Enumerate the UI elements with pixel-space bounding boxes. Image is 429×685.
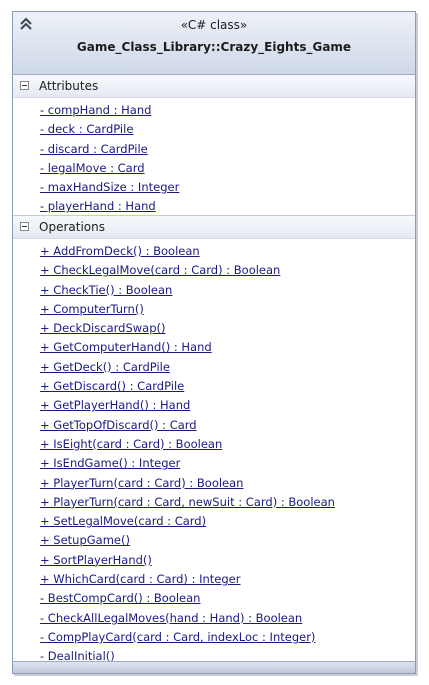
operation-item[interactable]: - BestCompCard() : Boolean bbox=[13, 589, 415, 608]
attribute-item[interactable]: - deck : CardPile bbox=[13, 120, 415, 139]
operation-item[interactable]: + ComputerTurn() bbox=[13, 300, 415, 319]
operation-item[interactable]: + IsEight(card : Card) : Boolean bbox=[13, 435, 415, 454]
attributes-list: - compHand : Hand - deck : CardPile - disc… bbox=[13, 98, 415, 217]
operation-item[interactable]: + DeckDiscardSwap() bbox=[13, 319, 415, 338]
attribute-item[interactable]: - maxHandSize : Integer bbox=[13, 178, 415, 197]
operation-item[interactable]: + WhichCard(card : Card) : Integer bbox=[13, 570, 415, 589]
class-name: Game_Class_Library::Crazy_Eights_Game bbox=[76, 40, 352, 54]
operation-item[interactable]: + SetupGame() bbox=[13, 531, 415, 550]
attributes-section-title: Attributes bbox=[39, 79, 99, 93]
operation-item[interactable]: + IsEndGame() : Integer bbox=[13, 454, 415, 473]
attributes-section: Attributes - compHand : Hand - deck : Car… bbox=[13, 75, 415, 216]
attribute-item[interactable]: - playerHand : Hand bbox=[13, 197, 415, 216]
minus-box-icon[interactable] bbox=[20, 81, 29, 90]
operation-item[interactable]: + GetDiscard() : CardPile bbox=[13, 377, 415, 396]
attribute-item[interactable]: - compHand : Hand bbox=[13, 101, 415, 120]
operations-list: + AddFromDeck() : Boolean + CheckLegalMov… bbox=[13, 239, 415, 667]
operation-item[interactable]: + AddFromDeck() : Boolean bbox=[13, 242, 415, 261]
operation-item[interactable]: + SortPlayerHand() bbox=[13, 551, 415, 570]
operation-item[interactable]: + GetDeck() : CardPile bbox=[13, 358, 415, 377]
operation-item[interactable]: + PlayerTurn(card : Card, newSuit : Card… bbox=[13, 493, 415, 512]
attributes-section-header[interactable]: Attributes bbox=[13, 75, 415, 98]
operation-item[interactable]: + GetPlayerHand() : Hand bbox=[13, 396, 415, 415]
operations-section-header[interactable]: Operations bbox=[13, 216, 415, 239]
attribute-item[interactable]: - discard : CardPile bbox=[13, 140, 415, 159]
operation-item[interactable]: + GetComputerHand() : Hand bbox=[13, 338, 415, 357]
operation-item[interactable]: + CheckLegalMove(card : Card) : Boolean bbox=[13, 261, 415, 280]
operations-section: Operations + AddFromDeck() : Boolean + Ch… bbox=[13, 216, 415, 663]
operation-item[interactable]: + GetTopOfDiscard() : Card bbox=[13, 416, 415, 435]
operation-item[interactable]: + SetLegalMove(card : Card) bbox=[13, 512, 415, 531]
class-header: «C# class» Game_Class_Library::Crazy_Eig… bbox=[13, 12, 415, 75]
operations-section-title: Operations bbox=[39, 220, 105, 234]
operation-item[interactable]: - CompPlayCard(card : Card, indexLoc : I… bbox=[13, 628, 415, 647]
operation-item[interactable]: + CheckTie() : Boolean bbox=[13, 281, 415, 300]
operation-item[interactable]: + PlayerTurn(card : Card) : Boolean bbox=[13, 474, 415, 493]
minus-box-icon[interactable] bbox=[20, 222, 29, 231]
attribute-item[interactable]: - legalMove : Card bbox=[13, 159, 415, 178]
class-stereotype: «C# class» bbox=[180, 18, 248, 32]
class-footer-bar bbox=[13, 661, 415, 673]
uml-class-box: «C# class» Game_Class_Library::Crazy_Eig… bbox=[12, 11, 416, 674]
operation-item[interactable]: - CheckAllLegalMoves(hand : Hand) : Bool… bbox=[13, 609, 415, 628]
